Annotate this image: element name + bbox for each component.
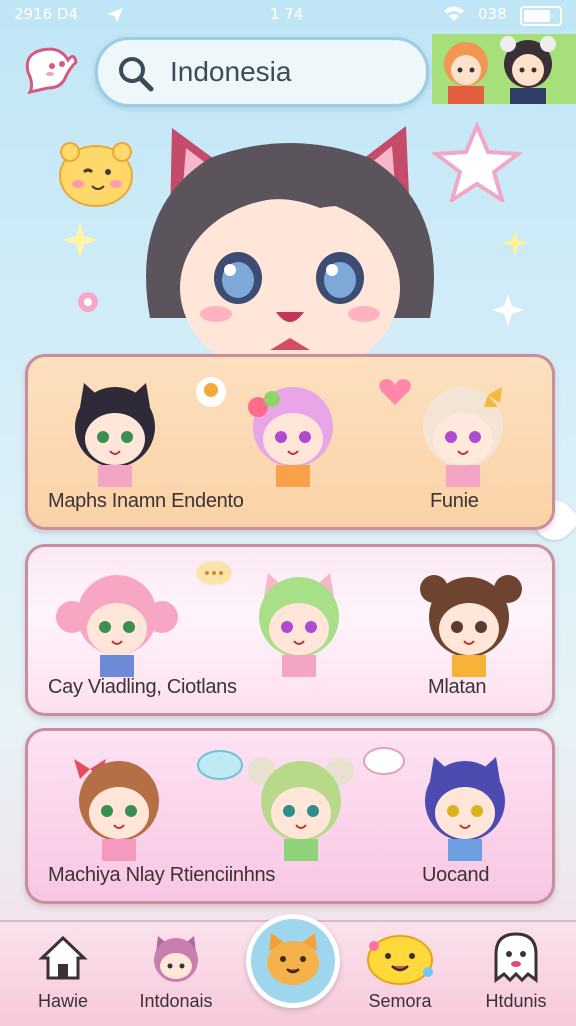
status-time: 2916 D4 xyxy=(14,5,79,23)
ghost-menu-icon[interactable] xyxy=(20,42,78,94)
sparkle-icon xyxy=(492,294,524,326)
bottom-nav: Hawie Intdonais Semora Htdunis xyxy=(0,914,576,1026)
chibi-blue-hair-girl-avatar xyxy=(425,757,505,861)
card-left-label: Maphs Inamn Endento xyxy=(48,490,244,512)
heart-icon xyxy=(379,379,411,405)
location-pin-icon xyxy=(196,377,226,407)
status-right-text: 038 xyxy=(478,5,507,23)
nav-item-home[interactable]: Hawie xyxy=(18,922,108,1026)
chibi-pink-girl-avatar xyxy=(56,575,178,677)
group-card[interactable]: Maphs Inamn Endento Funie xyxy=(25,354,555,530)
search-icon xyxy=(119,57,154,92)
flower-icon xyxy=(78,292,98,312)
card-right-label: Funie xyxy=(430,490,479,512)
chibi-brown-girl-avatar xyxy=(420,575,522,677)
chibi-flower-girl-avatar xyxy=(248,387,333,487)
home-icon xyxy=(38,935,88,980)
chibi-avatar-group-icon xyxy=(444,36,556,104)
chibi-green-hair-girl-avatar xyxy=(248,757,354,861)
battery-icon xyxy=(520,6,562,26)
chibi-green-cat-girl-avatar xyxy=(259,573,339,677)
nav-label: Hawie xyxy=(37,991,89,1011)
chat-bubble-icon xyxy=(363,747,405,775)
nav-label: Semora xyxy=(368,991,432,1011)
nav-item-indonesia[interactable]: Intdonais xyxy=(126,922,226,1026)
hero-cat-girl-illustration xyxy=(146,126,434,358)
cat-face-icon xyxy=(267,933,319,985)
chat-bubble-icon xyxy=(196,561,232,585)
nav-label: Htdunis xyxy=(485,991,547,1011)
chibi-red-bow-girl-avatar xyxy=(74,759,159,861)
chibi-cat-girl-avatar xyxy=(75,383,155,487)
top-bar xyxy=(0,34,576,107)
navigation-icon xyxy=(107,8,123,22)
card-right-label: Mlatan xyxy=(428,676,487,698)
status-center-text: 1 74 xyxy=(270,5,304,23)
ghost-icon xyxy=(494,932,538,983)
nav-label: Intdonais xyxy=(139,991,213,1011)
chibi-blonde-girl-avatar xyxy=(423,387,503,487)
search-input[interactable] xyxy=(168,52,412,92)
sparkle-icon xyxy=(62,222,98,258)
chat-bubble-icon xyxy=(197,750,243,780)
status-bar: 2916 D4 1 74 038 xyxy=(0,0,576,30)
cat-avatar-icon xyxy=(154,936,198,982)
search-bar[interactable] xyxy=(95,37,429,107)
card-left-label: Cay Viadling, Ciotlans xyxy=(48,676,237,698)
nav-item-semora[interactable]: Semora xyxy=(350,922,450,1026)
yellow-mascot-icon xyxy=(367,935,433,985)
card-left-label: Machiya Nlay Rtienciinhns xyxy=(48,864,276,886)
sparkle-icon xyxy=(502,230,528,256)
friends-avatars[interactable] xyxy=(432,34,576,104)
nav-center-button[interactable] xyxy=(246,914,340,1008)
group-card[interactable]: Machiya Nlay Rtienciinhns Uocand xyxy=(25,728,555,904)
wifi-icon xyxy=(444,6,464,21)
group-card[interactable]: Cay Viadling, Ciotlans Mlatan xyxy=(25,544,555,716)
card-right-label: Uocand xyxy=(422,864,490,886)
nav-item-htdunis[interactable]: Htdunis xyxy=(466,922,566,1026)
